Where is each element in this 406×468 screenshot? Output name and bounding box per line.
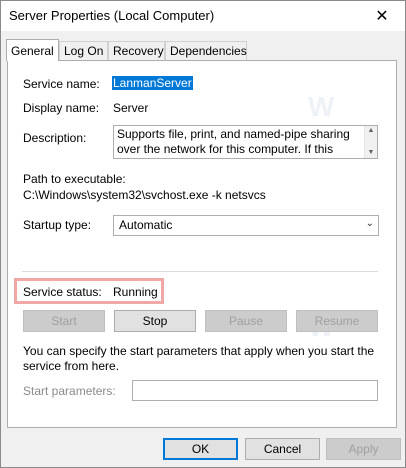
service-name-label: Service name: [23,77,100,91]
startup-type-value: Automatic [119,218,173,232]
start-parameters-label: Start parameters: [23,384,116,398]
title-bar: Server Properties (Local Computer) ✕ [1,1,405,31]
start-button[interactable]: Start [23,310,105,332]
description-text: Supports file, print, and named-pipe sha… [117,127,350,158]
help-text: You can specify the start parameters tha… [23,344,375,373]
tab-dependencies[interactable]: Dependencies [165,41,247,60]
watermark-w: W [308,91,335,122]
service-status-label: Service status: [23,285,102,299]
divider [22,271,378,272]
close-icon[interactable]: ✕ [359,1,405,31]
tab-recovery[interactable]: Recovery [108,41,165,60]
stop-button[interactable]: Stop [114,310,196,332]
dialog-window: Server Properties (Local Computer) ✕ Gen… [0,0,406,468]
service-status-value: Running [113,285,158,299]
window-title: Server Properties (Local Computer) [9,8,215,23]
description-field[interactable]: Supports file, print, and named-pipe sha… [113,125,378,159]
tab-log-on[interactable]: Log On [59,41,108,60]
service-name-value[interactable]: LanmanServer [112,76,193,90]
path-label: Path to executable: [23,172,126,186]
startup-type-label: Startup type: [23,218,92,232]
apply-button[interactable]: Apply [326,438,401,460]
tab-recovery-label: Recovery [113,44,164,58]
tab-dependencies-label: Dependencies [170,44,247,58]
chevron-down-icon: ⌄ [365,218,374,229]
cancel-button[interactable]: Cancel [245,438,320,460]
ok-button[interactable]: OK [163,438,238,460]
resume-button[interactable]: Resume [296,310,378,332]
description-scrollbar[interactable]: ▲ ▼ [364,126,377,158]
start-parameters-input[interactable] [132,380,378,401]
general-panel: W W Service name: LanmanServer Display n… [7,60,397,428]
description-label: Description: [23,131,87,145]
tab-general[interactable]: General [6,39,59,61]
display-name-label: Display name: [23,101,100,115]
pause-button[interactable]: Pause [205,310,287,332]
startup-type-select[interactable]: Automatic ⌄ [113,215,379,236]
scroll-up-icon[interactable]: ▲ [365,126,377,136]
path-value[interactable]: C:\Windows\system32\svchost.exe -k netsv… [23,188,266,202]
scroll-down-icon[interactable]: ▼ [365,148,377,158]
tab-general-label: General [11,44,54,58]
tab-log-on-label: Log On [64,44,104,58]
display-name-value[interactable]: Server [113,101,148,115]
